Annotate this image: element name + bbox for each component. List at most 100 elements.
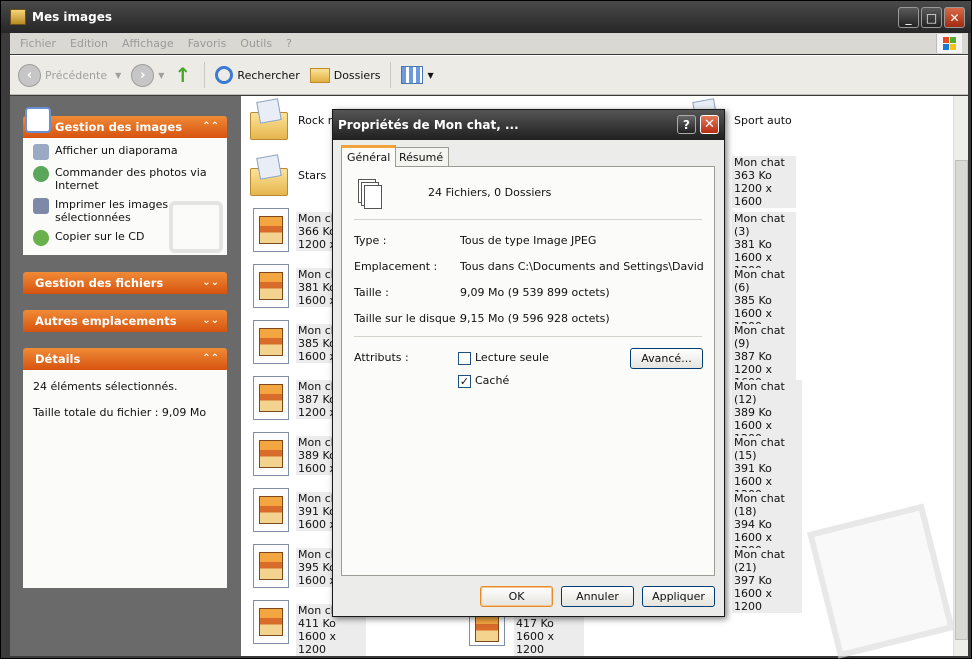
apply-button[interactable]: Appliquer <box>642 586 715 607</box>
search-label: Rechercher <box>237 68 300 82</box>
file-info: 417 Ko 1600 x 1200 <box>514 617 584 656</box>
jpeg-file-icon <box>253 376 289 420</box>
image-tasks-title: Gestion des images <box>55 120 183 134</box>
views-button[interactable]: ▼ <box>401 60 434 90</box>
help-button[interactable]: ? <box>677 115 696 134</box>
close-button[interactable]: ✕ <box>944 7 965 28</box>
minimize-button[interactable]: _ <box>898 7 919 28</box>
tab-summary[interactable]: Résumé <box>393 147 450 167</box>
scrollbar-thumb[interactable] <box>955 160 968 640</box>
back-button[interactable]: ‹ Précédente ▼ <box>18 60 121 90</box>
back-arrow-icon: ‹ <box>18 63 41 87</box>
disk-size-value: 9,15 Mo (9 596 928 octets) <box>460 312 610 325</box>
task-slideshow[interactable]: Afficher un diaporama <box>33 144 217 160</box>
jpeg-file-icon <box>253 320 289 364</box>
menu-fichier[interactable]: Fichier <box>20 37 56 50</box>
file-info[interactable]: Mon chat 363 Ko 1200 x 1600 <box>732 156 796 208</box>
properties-dialog: Propriétés de Mon chat, ... ? ✕ Général … <box>332 109 725 617</box>
jpeg-file-icon <box>253 488 289 532</box>
dialog-close-button[interactable]: ✕ <box>700 115 719 134</box>
collapse-chevron-icon[interactable]: ⌃⌃ <box>202 353 219 364</box>
views-dropdown-icon: ▼ <box>427 70 434 80</box>
multiple-files-icon <box>358 179 382 209</box>
file-tasks-header[interactable]: Gestion des fichiers ⌄⌄ <box>23 272 227 294</box>
expand-chevron-icon[interactable]: ⌄⌄ <box>202 315 219 326</box>
image-tasks-header[interactable]: Gestion des images ⌃⌃ <box>23 116 227 138</box>
task-copy-cd-label: Copier sur le CD <box>55 230 145 243</box>
slideshow-icon <box>33 144 49 160</box>
other-places-title: Autres emplacements <box>35 314 177 328</box>
folder-stars-label[interactable]: Stars <box>298 169 326 182</box>
folder-rock-icon[interactable] <box>248 98 292 142</box>
menu-bar: Fichier Edition Affichage Favoris Outils… <box>10 33 968 54</box>
back-dropdown-icon: ▼ <box>115 70 122 80</box>
printer-icon <box>33 198 49 214</box>
toolbar: ‹ Précédente ▼ › ▼ ↑ Rechercher Dossiers… <box>10 55 968 95</box>
dialog-title-bar[interactable]: Propriétés de Mon chat, ... ? ✕ <box>333 110 724 140</box>
folder-icon <box>309 67 330 83</box>
type-value: Tous de type Image JPEG <box>460 234 597 247</box>
size-label: Taille : <box>354 286 389 299</box>
up-folder-button[interactable]: ↑ <box>174 60 194 90</box>
general-tab-page: 24 Fichiers, 0 Dossiers Type : Tous de t… <box>341 166 715 576</box>
image-tasks-badge-icon <box>25 107 51 133</box>
task-pane: Gestion des images ⌃⌃ Afficher un diapor… <box>10 96 241 656</box>
task-order-prints[interactable]: Commander des photos via Internet <box>33 166 217 192</box>
hidden-label[interactable]: Caché <box>475 374 509 388</box>
details-header[interactable]: Détails ⌃⌃ <box>23 348 227 370</box>
hidden-checkbox[interactable]: ✓ <box>458 375 471 388</box>
expand-chevron-icon[interactable]: ⌄⌄ <box>202 277 219 288</box>
size-value: 9,09 Mo (9 539 899 octets) <box>460 286 610 299</box>
order-prints-icon <box>33 166 49 182</box>
menu-help[interactable]: ? <box>286 37 292 50</box>
location-label: Emplacement : <box>354 260 438 273</box>
up-arrow-icon: ↑ <box>174 63 192 87</box>
forward-arrow-icon: › <box>131 63 155 87</box>
other-places-header[interactable]: Autres emplacements ⌄⌄ <box>23 310 227 332</box>
menu-favoris[interactable]: Favoris <box>188 37 227 50</box>
windows-flag-icon <box>943 37 957 51</box>
menu-edition[interactable]: Edition <box>70 37 108 50</box>
dialog-title: Propriétés de Mon chat, ... <box>338 118 519 132</box>
file-tasks-title: Gestion des fichiers <box>35 276 164 290</box>
divider <box>354 336 702 337</box>
folder-stars-icon[interactable] <box>248 154 292 198</box>
menu-affichage[interactable]: Affichage <box>122 37 174 50</box>
details-title: Détails <box>35 352 81 366</box>
collapse-chevron-icon[interactable]: ⌃⌃ <box>202 121 219 132</box>
photo-watermark-icon <box>807 503 955 659</box>
tab-general[interactable]: Général <box>341 145 397 167</box>
panel-watermark-icon <box>169 201 223 253</box>
attributes-label: Attributs : <box>354 351 409 364</box>
forward-button[interactable]: › ▼ <box>131 60 164 90</box>
jpeg-file-icon <box>253 264 289 308</box>
divider <box>354 219 702 220</box>
readonly-label[interactable]: Lecture seule <box>475 351 549 365</box>
title-bar[interactable]: Mes images _ □ ✕ <box>1 1 971 33</box>
details-total-size: Taille totale du fichier : 9,09 Mo <box>33 406 207 419</box>
menu-outils[interactable]: Outils <box>240 37 272 50</box>
ok-button[interactable]: OK <box>480 586 553 607</box>
folders-button[interactable]: Dossiers <box>309 60 380 90</box>
views-icon <box>401 66 424 84</box>
task-order-prints-label: Commander des photos via Internet <box>55 166 207 192</box>
windows-logo <box>936 34 962 53</box>
folder-sport-auto-label[interactable]: Sport auto <box>734 114 792 127</box>
file-info[interactable]: Mon chat (21) 397 Ko 1600 x 1200 <box>732 548 802 613</box>
vertical-scrollbar[interactable] <box>953 96 968 656</box>
jpeg-file-icon <box>253 600 289 644</box>
image-tasks-body: Afficher un diaporama Commander des phot… <box>23 138 227 255</box>
back-label: Précédente <box>45 68 108 82</box>
advanced-button[interactable]: Avancé... <box>630 348 703 369</box>
cd-icon <box>33 230 49 246</box>
readonly-checkbox[interactable] <box>458 352 471 365</box>
maximize-button[interactable]: □ <box>921 7 942 28</box>
cancel-button[interactable]: Annuler <box>561 586 634 607</box>
search-icon <box>215 66 234 84</box>
window-title: Mes images <box>32 10 112 24</box>
selection-summary: 24 Fichiers, 0 Dossiers <box>428 186 552 199</box>
forward-dropdown-icon: ▼ <box>158 70 165 80</box>
search-button[interactable]: Rechercher <box>215 60 300 90</box>
location-value: Tous dans C:\Documents and Settings\Davi… <box>460 260 706 273</box>
details-body: 24 éléments sélectionnés. Taille totale … <box>23 370 227 588</box>
